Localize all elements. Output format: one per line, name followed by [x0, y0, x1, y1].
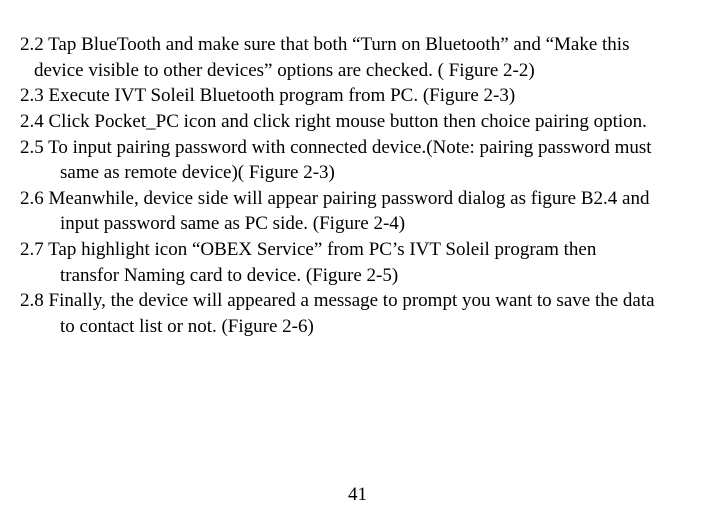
document-page: 2.2 Tap BlueTooth and make sure that bot…: [0, 0, 715, 526]
step-2-7-line1: 2.7 Tap highlight icon “OBEX Service” fr…: [20, 237, 695, 263]
step-2-3: 2.3 Execute IVT Soleil Bluetooth program…: [20, 83, 695, 109]
step-2-2-line1: 2.2 Tap BlueTooth and make sure that bot…: [20, 32, 695, 58]
step-2-6-line1: 2.6 Meanwhile, device side will appear p…: [20, 186, 695, 212]
step-2-5-line1: 2.5 To input pairing password with conne…: [20, 135, 695, 161]
step-2-8-line2: to contact list or not. (Figure 2-6): [20, 314, 695, 340]
step-2-2-line2: device visible to other devices” options…: [20, 58, 695, 84]
step-2-4: 2.4 Click Pocket_PC icon and click right…: [20, 109, 695, 135]
step-2-8-line1: 2.8 Finally, the device will appeared a …: [20, 288, 695, 314]
page-number: 41: [0, 484, 715, 506]
step-2-6-line2: input password same as PC side. (Figure …: [20, 211, 695, 237]
step-2-7-line2: transfor Naming card to device. (Figure …: [20, 263, 695, 289]
step-2-5-line2: same as remote device)( Figure 2-3): [20, 160, 695, 186]
